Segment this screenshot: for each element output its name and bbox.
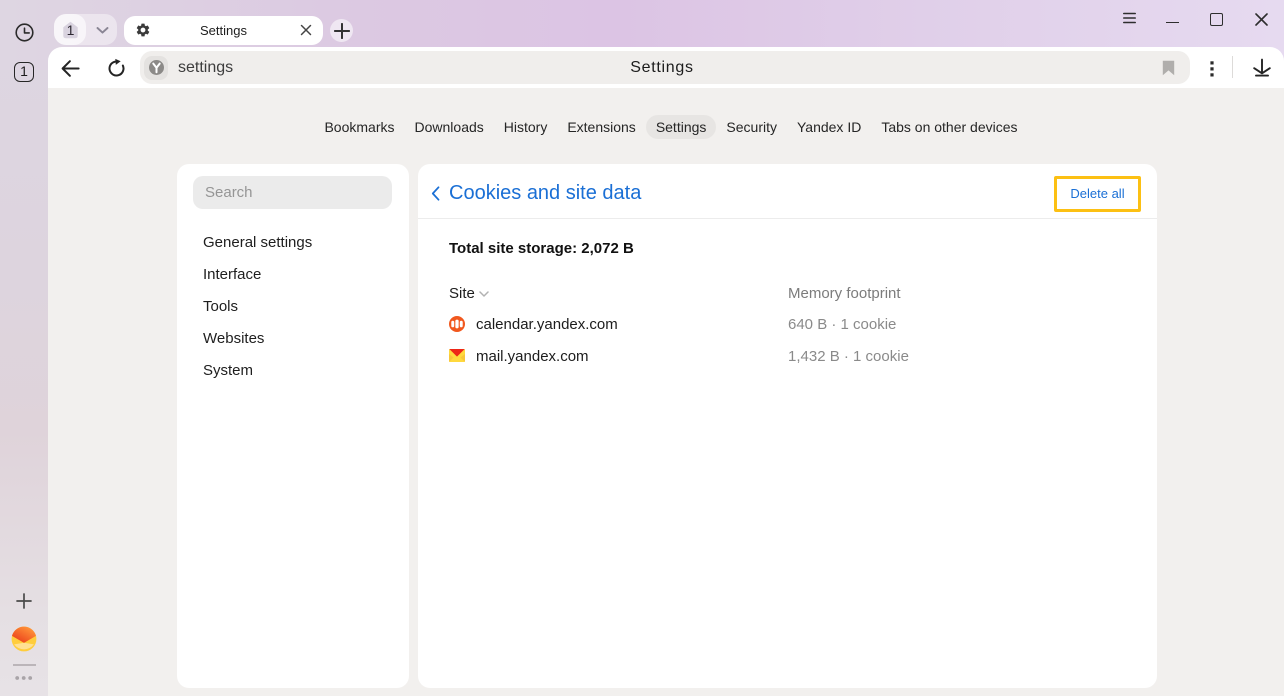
svg-text:1: 1 bbox=[66, 22, 74, 38]
